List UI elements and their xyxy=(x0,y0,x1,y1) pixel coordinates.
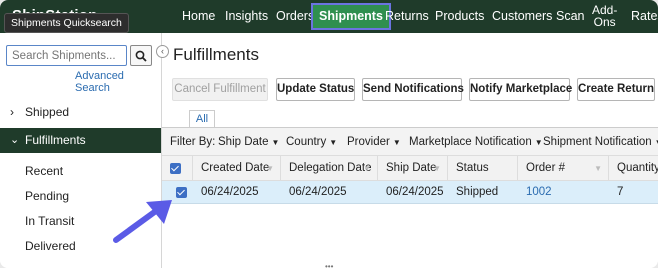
create-return-button[interactable]: Create Return xyxy=(577,78,655,101)
nav-addons-line2: Ons xyxy=(593,15,616,29)
column-label: Quantity xyxy=(617,162,658,174)
sort-icon: ▼ xyxy=(363,164,371,173)
sidebar-subitem-in-transit[interactable]: In Transit xyxy=(25,214,74,228)
sort-icon: ▼ xyxy=(594,164,602,173)
table-header: Created Date ▼ Delegation Date ▼ Ship Date… xyxy=(162,156,658,181)
column-label: Ship Date xyxy=(386,162,437,174)
select-all-checkbox[interactable] xyxy=(170,163,181,174)
search-icon xyxy=(135,50,147,62)
sidebar-item-shipped[interactable]: › Shipped xyxy=(0,100,161,125)
page-title: Fulfillments xyxy=(173,45,259,64)
sidebar-subitem-delivered[interactable]: Delivered xyxy=(25,239,76,253)
sidebar-item-label: Fulfillments xyxy=(25,133,86,147)
nav-products[interactable]: Products xyxy=(435,0,484,33)
column-header-delegation-date[interactable]: Delegation Date ▼ xyxy=(281,156,378,181)
advanced-search-link[interactable]: Advanced Search xyxy=(75,70,161,94)
column-label: Status xyxy=(456,162,489,174)
column-label: Created Date xyxy=(201,162,270,174)
caret-down-icon: ▼ xyxy=(329,138,338,147)
notify-marketplace-button[interactable]: Notify Marketplace xyxy=(469,78,572,101)
cancel-fulfillment-button[interactable]: Cancel Fulfillment xyxy=(172,78,268,101)
caret-down-icon: ▼ xyxy=(271,138,280,147)
filter-item-label: Ship Date xyxy=(218,136,269,148)
tab-all[interactable]: All xyxy=(189,110,215,127)
filter-item-label: Shipment Notification xyxy=(543,136,652,148)
caret-down-icon: ▼ xyxy=(534,138,543,147)
annotation-arrow-icon xyxy=(113,200,172,243)
nav-scan[interactable]: Scan xyxy=(556,0,585,33)
table-row[interactable]: 06/24/2025 06/24/2025 06/24/2025 Shipped… xyxy=(162,181,658,204)
nav-rates[interactable]: Rates xyxy=(631,0,658,33)
cell-created-date: 06/24/2025 xyxy=(201,186,259,198)
chevron-right-icon: › xyxy=(10,105,14,119)
nav-customers[interactable]: Customers xyxy=(492,0,552,33)
column-label: Order # xyxy=(526,162,565,174)
search-box xyxy=(6,45,152,66)
filter-ship-date[interactable]: Ship Date ▼ xyxy=(218,136,279,148)
sort-icon: ▼ xyxy=(433,164,441,173)
sidebar-subitem-recent[interactable]: Recent xyxy=(25,164,63,178)
app-window: ShipStation Shipments Quicksearch Home I… xyxy=(0,0,658,268)
filter-provider[interactable]: Provider ▼ xyxy=(347,136,401,148)
nav-returns[interactable]: Returns xyxy=(385,0,429,33)
nav-home[interactable]: Home xyxy=(182,0,215,33)
cell-ship-date: 06/24/2025 xyxy=(386,186,444,198)
filter-item-label: Provider xyxy=(347,136,390,148)
search-button[interactable] xyxy=(130,45,152,66)
nav-insights[interactable]: Insights xyxy=(225,0,268,33)
sidebar-subitem-pending[interactable]: Pending xyxy=(25,189,69,203)
cell-delegation-date: 06/24/2025 xyxy=(289,186,347,198)
filter-country[interactable]: Country ▼ xyxy=(286,136,337,148)
cell-order-number-link[interactable]: 1002 xyxy=(518,181,552,204)
caret-down-icon: ▼ xyxy=(392,138,401,147)
column-header-created-date[interactable]: Created Date ▼ xyxy=(193,156,281,181)
main-content: Fulfillments Cancel Fulfillment Update S… xyxy=(162,33,658,268)
column-label: Delegation Date xyxy=(289,162,372,174)
filter-shipment-notification[interactable]: Shipment Notification▼ xyxy=(543,136,658,148)
column-header-status[interactable]: Status xyxy=(448,156,518,181)
cell-quantity: 7 xyxy=(617,186,624,198)
nav-addons[interactable]: Add- Ons xyxy=(592,0,617,33)
select-all-cell xyxy=(162,156,193,181)
resize-handle-icon[interactable]: ••• xyxy=(325,262,333,268)
filter-marketplace-notification[interactable]: Marketplace Notification ▼ xyxy=(409,136,543,148)
sidebar-item-fulfillments[interactable]: ⌄ Fulfillments xyxy=(0,128,161,153)
row-checkbox[interactable] xyxy=(176,187,187,198)
filter-item-label: Marketplace Notification xyxy=(409,136,532,148)
collapse-sidebar-button[interactable]: ‹ xyxy=(156,45,169,58)
nav-shipments[interactable]: Shipments xyxy=(311,3,391,30)
chevron-down-icon: ⌄ xyxy=(10,134,20,146)
sort-icon: ▼ xyxy=(266,164,274,173)
filter-bar: Filter By: Ship Date ▼ Country ▼ Provider ▼… xyxy=(162,128,658,156)
quicksearch-tooltip: Shipments Quicksearch xyxy=(4,13,129,33)
search-shipments-input[interactable] xyxy=(6,45,127,66)
column-header-quantity[interactable]: Quantity xyxy=(609,156,658,181)
filter-item-label: Country xyxy=(286,136,327,148)
update-status-button[interactable]: Update Status xyxy=(276,78,355,101)
nav-orders[interactable]: Orders xyxy=(276,0,314,33)
send-notifications-button[interactable]: Send Notifications xyxy=(362,78,464,101)
column-header-ship-date[interactable]: Ship Date ▼ xyxy=(378,156,448,181)
top-navigation: ShipStation Shipments Quicksearch Home I… xyxy=(0,0,658,33)
sidebar-item-label: Shipped xyxy=(25,105,70,119)
column-header-order-number[interactable]: Order # ▼ xyxy=(518,156,609,181)
filter-by-label: Filter By: xyxy=(170,136,216,148)
cell-status: Shipped xyxy=(456,186,499,198)
